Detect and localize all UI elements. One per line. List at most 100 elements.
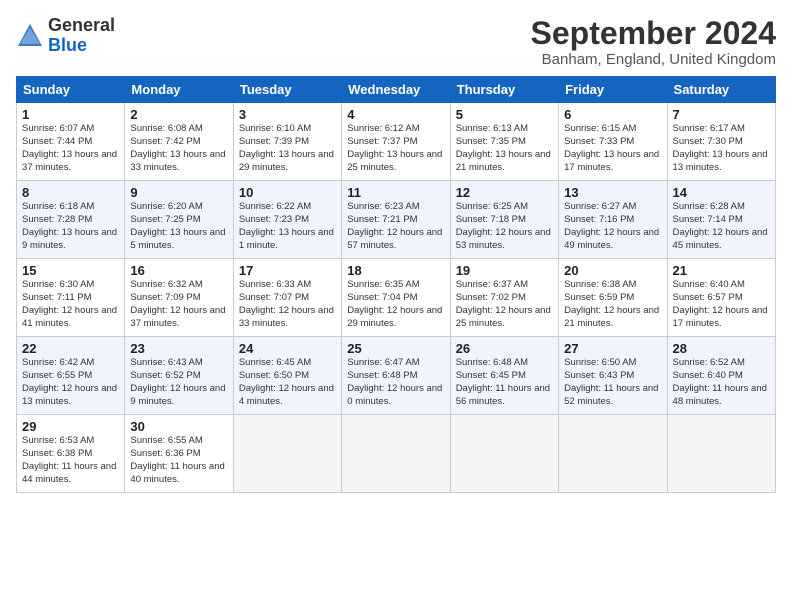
day-detail: Sunrise: 6:28 AMSunset: 7:14 PMDaylight:… [673, 201, 770, 252]
table-row: 15Sunrise: 6:30 AMSunset: 7:11 PMDayligh… [17, 259, 125, 337]
calendar-week-row: 1Sunrise: 6:07 AMSunset: 7:44 PMDaylight… [17, 103, 776, 181]
table-row: 3Sunrise: 6:10 AMSunset: 7:39 PMDaylight… [233, 103, 341, 181]
day-detail: Sunrise: 6:15 AMSunset: 7:33 PMDaylight:… [564, 123, 661, 174]
day-number: 2 [130, 107, 227, 122]
day-number: 17 [239, 263, 336, 278]
day-number: 10 [239, 185, 336, 200]
month-title: September 2024 [531, 16, 776, 51]
day-number: 30 [130, 419, 227, 434]
col-thursday: Thursday [450, 77, 558, 103]
table-row: 6Sunrise: 6:15 AMSunset: 7:33 PMDaylight… [559, 103, 667, 181]
day-number: 27 [564, 341, 661, 356]
table-row: 19Sunrise: 6:37 AMSunset: 7:02 PMDayligh… [450, 259, 558, 337]
col-wednesday: Wednesday [342, 77, 450, 103]
table-row: 16Sunrise: 6:32 AMSunset: 7:09 PMDayligh… [125, 259, 233, 337]
day-detail: Sunrise: 6:07 AMSunset: 7:44 PMDaylight:… [22, 123, 119, 174]
day-number: 12 [456, 185, 553, 200]
table-row [342, 415, 450, 493]
col-monday: Monday [125, 77, 233, 103]
day-detail: Sunrise: 6:37 AMSunset: 7:02 PMDaylight:… [456, 279, 553, 330]
day-number: 15 [22, 263, 119, 278]
day-detail: Sunrise: 6:38 AMSunset: 6:59 PMDaylight:… [564, 279, 661, 330]
table-row: 25Sunrise: 6:47 AMSunset: 6:48 PMDayligh… [342, 337, 450, 415]
col-tuesday: Tuesday [233, 77, 341, 103]
table-row: 9Sunrise: 6:20 AMSunset: 7:25 PMDaylight… [125, 181, 233, 259]
day-detail: Sunrise: 6:55 AMSunset: 6:36 PMDaylight:… [130, 435, 227, 486]
day-detail: Sunrise: 6:45 AMSunset: 6:50 PMDaylight:… [239, 357, 336, 408]
day-detail: Sunrise: 6:18 AMSunset: 7:28 PMDaylight:… [22, 201, 119, 252]
day-number: 23 [130, 341, 227, 356]
table-row: 29Sunrise: 6:53 AMSunset: 6:38 PMDayligh… [17, 415, 125, 493]
table-row: 4Sunrise: 6:12 AMSunset: 7:37 PMDaylight… [342, 103, 450, 181]
table-row [559, 415, 667, 493]
calendar-week-row: 15Sunrise: 6:30 AMSunset: 7:11 PMDayligh… [17, 259, 776, 337]
table-row: 11Sunrise: 6:23 AMSunset: 7:21 PMDayligh… [342, 181, 450, 259]
table-row: 7Sunrise: 6:17 AMSunset: 7:30 PMDaylight… [667, 103, 775, 181]
table-row: 5Sunrise: 6:13 AMSunset: 7:35 PMDaylight… [450, 103, 558, 181]
day-detail: Sunrise: 6:20 AMSunset: 7:25 PMDaylight:… [130, 201, 227, 252]
day-detail: Sunrise: 6:27 AMSunset: 7:16 PMDaylight:… [564, 201, 661, 252]
table-row [667, 415, 775, 493]
day-number: 7 [673, 107, 770, 122]
header: General Blue September 2024 Banham, Engl… [16, 16, 776, 68]
table-row: 24Sunrise: 6:45 AMSunset: 6:50 PMDayligh… [233, 337, 341, 415]
logo: General Blue [16, 16, 115, 56]
day-number: 5 [456, 107, 553, 122]
table-row: 1Sunrise: 6:07 AMSunset: 7:44 PMDaylight… [17, 103, 125, 181]
table-row: 12Sunrise: 6:25 AMSunset: 7:18 PMDayligh… [450, 181, 558, 259]
logo-blue: Blue [48, 35, 87, 55]
day-number: 25 [347, 341, 444, 356]
table-row: 28Sunrise: 6:52 AMSunset: 6:40 PMDayligh… [667, 337, 775, 415]
table-row: 26Sunrise: 6:48 AMSunset: 6:45 PMDayligh… [450, 337, 558, 415]
table-row [233, 415, 341, 493]
day-detail: Sunrise: 6:50 AMSunset: 6:43 PMDaylight:… [564, 357, 661, 408]
day-detail: Sunrise: 6:23 AMSunset: 7:21 PMDaylight:… [347, 201, 444, 252]
day-number: 26 [456, 341, 553, 356]
calendar-table: Sunday Monday Tuesday Wednesday Thursday… [16, 76, 776, 493]
table-row: 23Sunrise: 6:43 AMSunset: 6:52 PMDayligh… [125, 337, 233, 415]
day-number: 18 [347, 263, 444, 278]
day-number: 29 [22, 419, 119, 434]
title-area: September 2024 Banham, England, United K… [531, 16, 776, 68]
table-row: 17Sunrise: 6:33 AMSunset: 7:07 PMDayligh… [233, 259, 341, 337]
day-number: 6 [564, 107, 661, 122]
col-friday: Friday [559, 77, 667, 103]
day-number: 24 [239, 341, 336, 356]
day-number: 8 [22, 185, 119, 200]
day-number: 22 [22, 341, 119, 356]
day-detail: Sunrise: 6:43 AMSunset: 6:52 PMDaylight:… [130, 357, 227, 408]
day-detail: Sunrise: 6:48 AMSunset: 6:45 PMDaylight:… [456, 357, 553, 408]
day-detail: Sunrise: 6:42 AMSunset: 6:55 PMDaylight:… [22, 357, 119, 408]
table-row: 10Sunrise: 6:22 AMSunset: 7:23 PMDayligh… [233, 181, 341, 259]
day-detail: Sunrise: 6:22 AMSunset: 7:23 PMDaylight:… [239, 201, 336, 252]
day-detail: Sunrise: 6:32 AMSunset: 7:09 PMDaylight:… [130, 279, 227, 330]
day-detail: Sunrise: 6:17 AMSunset: 7:30 PMDaylight:… [673, 123, 770, 174]
day-number: 3 [239, 107, 336, 122]
logo-general: General [48, 15, 115, 35]
day-detail: Sunrise: 6:10 AMSunset: 7:39 PMDaylight:… [239, 123, 336, 174]
day-detail: Sunrise: 6:08 AMSunset: 7:42 PMDaylight:… [130, 123, 227, 174]
day-number: 4 [347, 107, 444, 122]
table-row [450, 415, 558, 493]
table-row: 30Sunrise: 6:55 AMSunset: 6:36 PMDayligh… [125, 415, 233, 493]
day-number: 21 [673, 263, 770, 278]
table-row: 22Sunrise: 6:42 AMSunset: 6:55 PMDayligh… [17, 337, 125, 415]
day-number: 16 [130, 263, 227, 278]
day-detail: Sunrise: 6:40 AMSunset: 6:57 PMDaylight:… [673, 279, 770, 330]
header-row: Sunday Monday Tuesday Wednesday Thursday… [17, 77, 776, 103]
table-row: 21Sunrise: 6:40 AMSunset: 6:57 PMDayligh… [667, 259, 775, 337]
table-row: 8Sunrise: 6:18 AMSunset: 7:28 PMDaylight… [17, 181, 125, 259]
logo-icon [16, 22, 44, 50]
day-detail: Sunrise: 6:53 AMSunset: 6:38 PMDaylight:… [22, 435, 119, 486]
day-detail: Sunrise: 6:47 AMSunset: 6:48 PMDaylight:… [347, 357, 444, 408]
logo-text: General Blue [48, 16, 115, 56]
day-number: 19 [456, 263, 553, 278]
table-row: 27Sunrise: 6:50 AMSunset: 6:43 PMDayligh… [559, 337, 667, 415]
col-sunday: Sunday [17, 77, 125, 103]
day-detail: Sunrise: 6:25 AMSunset: 7:18 PMDaylight:… [456, 201, 553, 252]
day-detail: Sunrise: 6:30 AMSunset: 7:11 PMDaylight:… [22, 279, 119, 330]
table-row: 14Sunrise: 6:28 AMSunset: 7:14 PMDayligh… [667, 181, 775, 259]
calendar-week-row: 8Sunrise: 6:18 AMSunset: 7:28 PMDaylight… [17, 181, 776, 259]
day-number: 28 [673, 341, 770, 356]
calendar-week-row: 22Sunrise: 6:42 AMSunset: 6:55 PMDayligh… [17, 337, 776, 415]
